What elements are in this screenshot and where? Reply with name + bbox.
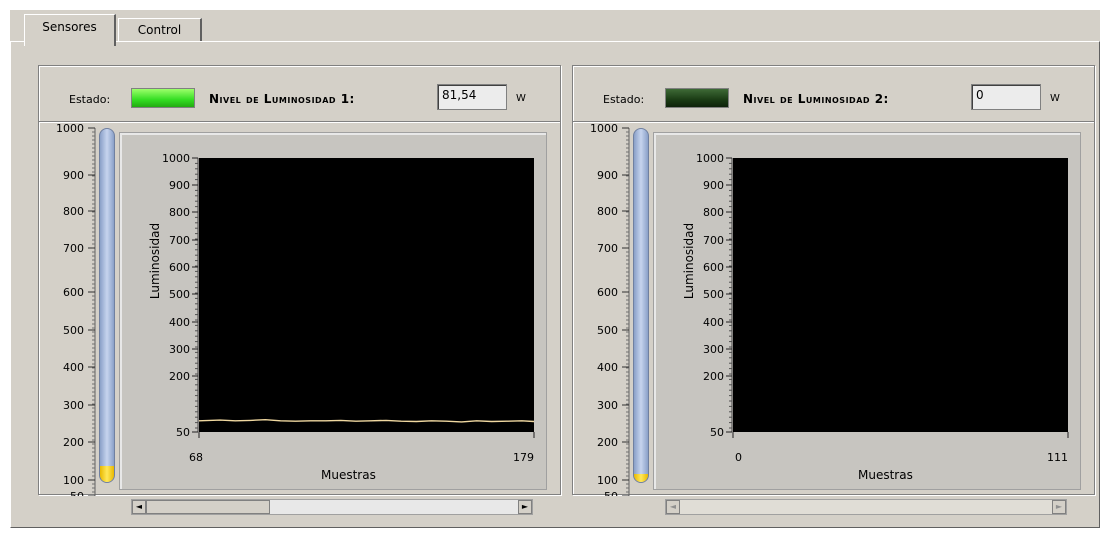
y-tick-label: 800 <box>169 206 190 219</box>
sensor-panel-1: Estado: Nivel de Luminosidad 1: 81,54 W … <box>38 65 561 515</box>
scroll-left-icon[interactable]: ◄ <box>666 500 680 514</box>
thermo-tick-label: 1000 <box>590 122 618 135</box>
y-tick-label: 300 <box>703 343 724 356</box>
thermo-tick-label: 50 <box>70 490 84 496</box>
thermo-tick-label: 400 <box>63 361 84 374</box>
sensor-panel-2: Estado: Nivel de Luminosidad 2: 0 W Lumi… <box>572 65 1095 515</box>
y-tick-label: 1000 <box>696 152 724 165</box>
thermo-tick-label: 600 <box>63 286 84 299</box>
scroll-thumb[interactable] <box>146 500 270 514</box>
thermo-tick-label: 200 <box>597 436 618 449</box>
thermo-tick-label: 200 <box>63 436 84 449</box>
thermo-tick-label: 100 <box>63 474 84 487</box>
thermo-tick-label: 700 <box>597 242 618 255</box>
y-tick-label: 700 <box>169 234 190 247</box>
y-tick-label: 50 <box>710 426 724 439</box>
y-tick-label: 400 <box>169 316 190 329</box>
scroll-right-icon[interactable]: ► <box>518 500 532 514</box>
thermo-tick-label: 100 <box>597 474 618 487</box>
thermo-tick-label: 50 <box>604 490 618 496</box>
horizontal-scrollbar[interactable]: ◄ ► <box>131 499 533 515</box>
thermo-tick-label: 400 <box>597 361 618 374</box>
thermo-tick-label: 900 <box>63 169 84 182</box>
scroll-left-icon[interactable]: ◄ <box>132 500 146 514</box>
y-tick-label: 700 <box>703 234 724 247</box>
thermo-tick-label: 600 <box>597 286 618 299</box>
thermo-tick-label: 300 <box>597 399 618 412</box>
y-tick-label: 500 <box>169 288 190 301</box>
chart-svg-2: 1000 900 800 700 600 500 400 300 200 100 50 1000 900… <box>590 122 1069 496</box>
y-tick-label: 50 <box>176 426 190 439</box>
thermo-tick-label: 800 <box>63 205 84 218</box>
y-tick-label: 300 <box>169 343 190 356</box>
y-tick-label: 200 <box>169 370 190 383</box>
thermo-tick-label: 300 <box>63 399 84 412</box>
thermo-tick-label: 500 <box>63 324 84 337</box>
thermo-tick-label: 500 <box>597 324 618 337</box>
horizontal-scrollbar[interactable]: ◄ ► <box>665 499 1067 515</box>
tab-sensores[interactable]: Sensores <box>24 14 116 46</box>
y-tick-label: 1000 <box>162 152 190 165</box>
thermo-tick-label: 700 <box>63 242 84 255</box>
y-tick-label: 800 <box>703 206 724 219</box>
tab-control[interactable]: Control <box>118 18 202 42</box>
thermo-tick-label: 900 <box>597 169 618 182</box>
thermo-tick-label: 1000 <box>56 122 84 135</box>
thermo-tick-label: 800 <box>597 205 618 218</box>
y-tick-label: 600 <box>703 261 724 274</box>
y-tick-label: 400 <box>703 316 724 329</box>
y-tick-label: 500 <box>703 288 724 301</box>
scroll-right-icon[interactable]: ► <box>1052 500 1066 514</box>
y-tick-label: 900 <box>703 179 724 192</box>
series-line <box>198 418 535 423</box>
y-tick-label: 600 <box>169 261 190 274</box>
y-tick-label: 200 <box>703 370 724 383</box>
chart-svg-1: 1000 900 800 700 600 500 400 300 200 100 50 1000 900… <box>56 122 535 496</box>
y-tick-label: 900 <box>169 179 190 192</box>
window: Sensores Control Estado: Nivel de Lumino… <box>10 10 1100 528</box>
